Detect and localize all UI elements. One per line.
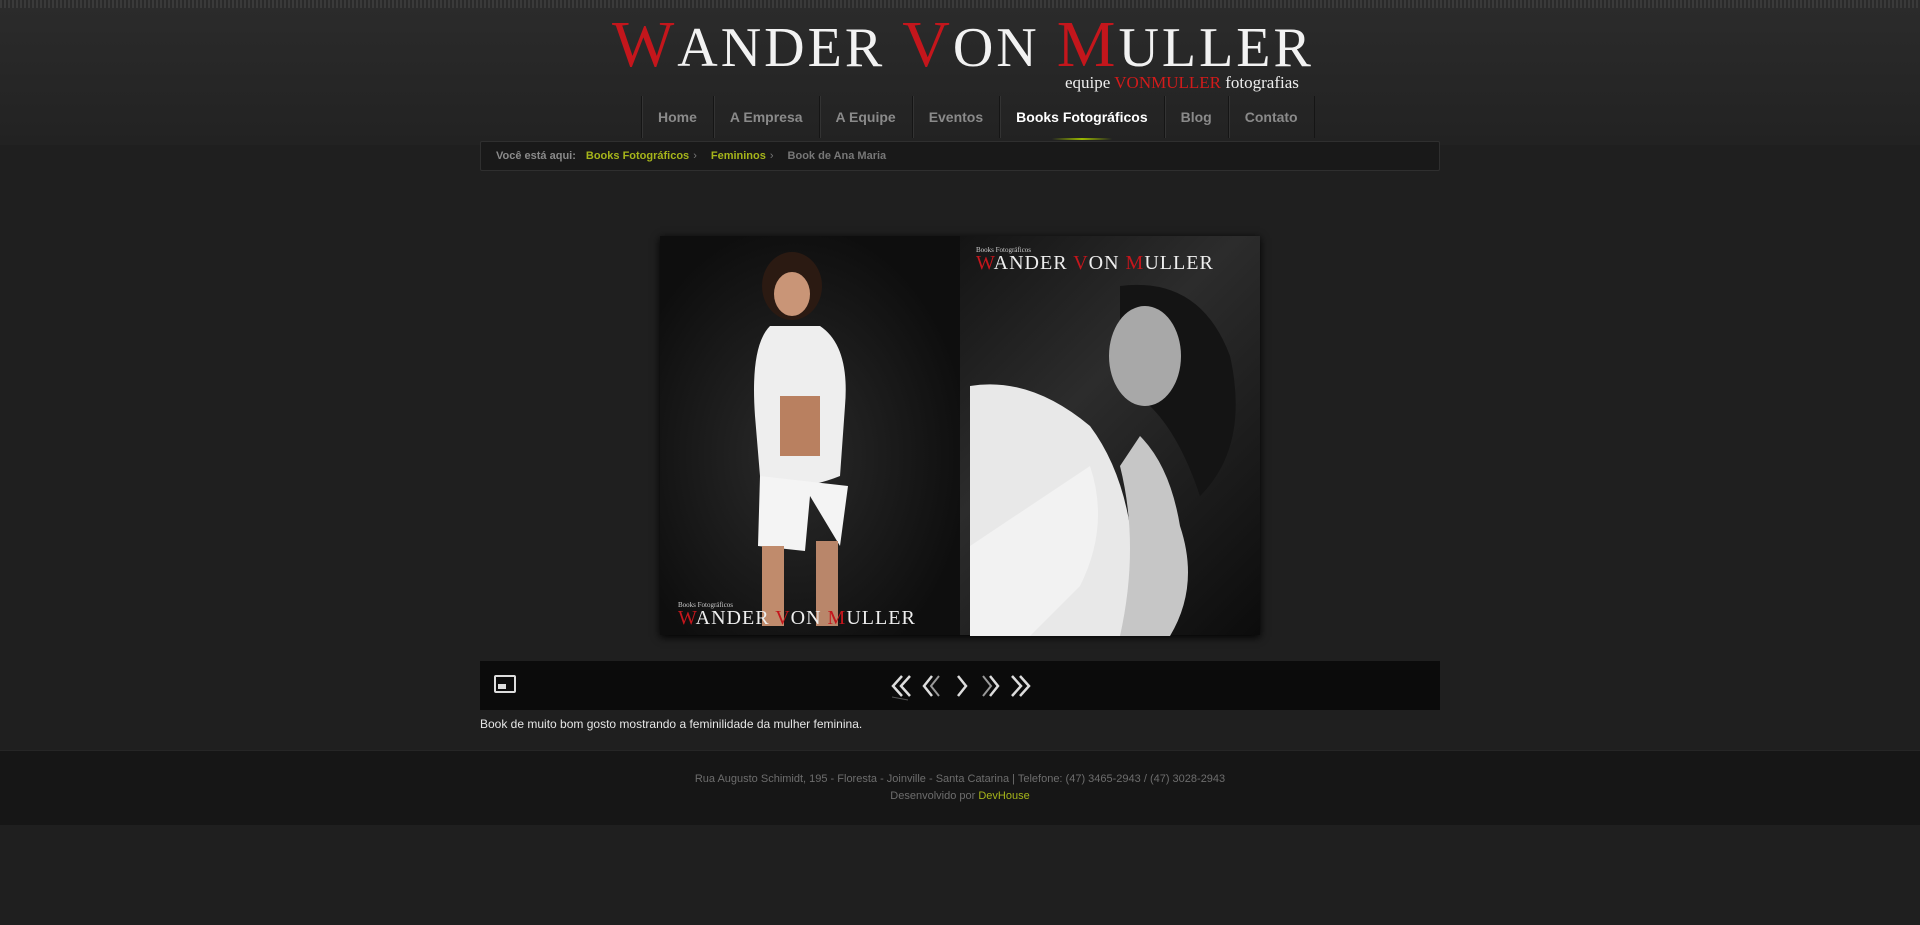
watermark-text: ANDER <box>695 607 776 629</box>
breadcrumb-current: Book de Ana Maria <box>787 150 887 162</box>
footer-dev-link[interactable]: DevHouse <box>978 790 1029 802</box>
page-bottom <box>0 825 1920 925</box>
thumbnails-toggle-icon[interactable] <box>494 675 516 693</box>
logo-text: ON <box>952 17 1057 79</box>
logo-letter: M <box>1056 8 1119 81</box>
watermark-letter: V <box>775 607 791 629</box>
previous-icon[interactable] <box>918 671 944 701</box>
next-icon[interactable] <box>978 671 1004 701</box>
breadcrumb-separator: › <box>769 150 774 162</box>
logo-text: ANDER <box>677 17 903 79</box>
first-icon[interactable] <box>888 671 914 701</box>
photo-right-panel: Books Fotográficos WANDER VON MULLER <box>960 236 1260 636</box>
watermark-text: ULLER <box>846 607 916 629</box>
logo-letter: W <box>612 8 678 81</box>
gallery-controls <box>480 661 1440 710</box>
last-icon[interactable] <box>1008 671 1034 701</box>
tagline-brand: VONMULLER <box>1114 73 1221 92</box>
nav-item-home[interactable]: Home <box>641 96 713 138</box>
watermark-left: WANDER VON MULLER <box>678 607 916 630</box>
nav-item-a-equipe[interactable]: A Equipe <box>818 96 912 138</box>
watermark-letter: M <box>827 607 847 629</box>
watermark-letter: W <box>678 607 696 629</box>
nav-item-eventos[interactable]: Eventos <box>911 96 999 138</box>
footer-credits: Desenvolvido por DevHouse <box>0 790 1920 802</box>
breadcrumb: Você está aqui: Books Fotográficos › Fem… <box>480 141 1440 171</box>
logo-text: ULLER <box>1118 17 1314 79</box>
breadcrumb-separator: › <box>693 150 697 162</box>
model-figure-right <box>970 284 1236 636</box>
site-header: WANDER VON MULLER equipe VONMULLER fotog… <box>0 8 1920 145</box>
nav-item-a-empresa[interactable]: A Empresa <box>712 96 819 138</box>
gallery-photo[interactable]: Books Fotográficos WANDER VON MULLER Boo… <box>660 236 1260 636</box>
footer-dev-prefix: Desenvolvido por <box>890 790 979 802</box>
tagline-pre: equipe <box>1065 73 1115 92</box>
photo-left-panel: Books Fotográficos WANDER VON MULLER <box>660 236 960 635</box>
footer-address: Rua Augusto Schimidt, 195 - Floresta - J… <box>694 773 1226 785</box>
model-figure-left <box>754 252 848 626</box>
site-tagline: equipe VONMULLER fotografias <box>1065 73 1299 93</box>
tagline-post: fotografias <box>1220 73 1299 92</box>
main-nav: Home A Empresa A Equipe Eventos Books Fo… <box>641 96 1315 140</box>
watermark-text: ON <box>790 607 828 629</box>
nav-item-blog[interactable]: Blog <box>1163 96 1228 138</box>
nav-item-contato[interactable]: Contato <box>1227 96 1315 138</box>
logo-letter: V <box>902 8 953 81</box>
photo-caption: Book de muito bom gosto mostrando a femi… <box>480 717 863 731</box>
nav-item-books-fotograficos[interactable]: Books Fotográficos <box>999 96 1163 140</box>
breadcrumb-link-femininos[interactable]: Femininos <box>711 142 766 170</box>
breadcrumb-label: Você está aqui: <box>496 150 576 162</box>
site-logo[interactable]: WANDER VON MULLER <box>612 12 1314 80</box>
site-footer: Rua Augusto Schimidt, 195 - Floresta - J… <box>0 750 1920 826</box>
top-stripe <box>0 0 1920 8</box>
play-icon[interactable] <box>949 671 975 701</box>
breadcrumb-link-books[interactable]: Books Fotográficos <box>586 142 689 170</box>
